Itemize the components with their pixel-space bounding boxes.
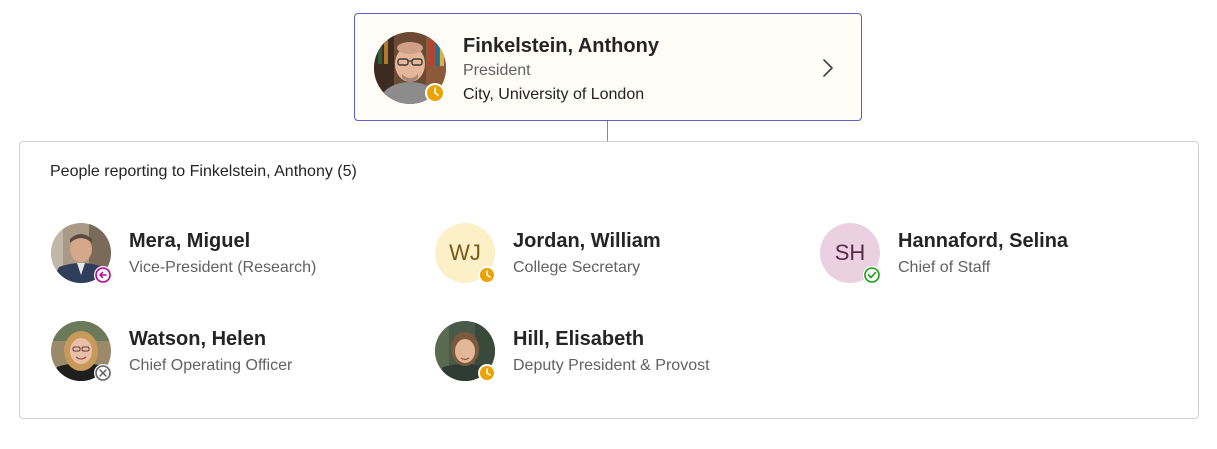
manager-organization: City, University of London	[463, 86, 645, 103]
avatar: SH	[820, 223, 882, 285]
org-connector-line	[607, 121, 608, 141]
direct-report-card[interactable]: SH Hannaford, Selina Chief of Staff	[820, 223, 1180, 285]
direct-reports-panel: People reporting to Finkelstein, Anthony…	[19, 141, 1199, 419]
person-title: College Secretary	[513, 259, 641, 276]
person-title: Vice-President (Research)	[129, 259, 317, 276]
chevron-right-icon[interactable]	[821, 57, 835, 79]
avatar	[51, 223, 113, 285]
away-status-icon	[478, 364, 496, 382]
person-name: Watson, Helen	[129, 328, 267, 350]
person-name: Hill, Elisabeth	[513, 328, 645, 350]
person-name: Hannaford, Selina	[898, 230, 1069, 252]
manager-name: Finkelstein, Anthony	[463, 35, 659, 57]
person-title: Deputy President & Provost	[513, 357, 710, 374]
avatar	[51, 321, 113, 383]
manager-title: President	[463, 62, 531, 79]
away-status-icon	[478, 266, 496, 284]
direct-reports-heading: People reporting to Finkelstein, Anthony…	[50, 163, 357, 180]
manager-avatar	[374, 32, 446, 104]
out-of-office-status-icon	[94, 266, 112, 284]
person-title: Chief of Staff	[898, 259, 991, 276]
avatar	[435, 321, 497, 383]
manager-card[interactable]: Finkelstein, Anthony President City, Uni…	[354, 13, 862, 121]
direct-report-card[interactable]: WJ Jordan, William College Secretary	[435, 223, 795, 285]
direct-report-card[interactable]: Watson, Helen Chief Operating Officer	[51, 321, 411, 383]
person-name: Jordan, William	[513, 230, 661, 252]
direct-report-card[interactable]: Mera, Miguel Vice-President (Research)	[51, 223, 411, 285]
away-status-icon	[425, 83, 445, 103]
offline-status-icon	[94, 364, 112, 382]
avatar: WJ	[435, 223, 497, 285]
person-title: Chief Operating Officer	[129, 357, 293, 374]
direct-report-card[interactable]: Hill, Elisabeth Deputy President & Provo…	[435, 321, 795, 383]
available-status-icon	[863, 266, 881, 284]
person-name: Mera, Miguel	[129, 230, 251, 252]
